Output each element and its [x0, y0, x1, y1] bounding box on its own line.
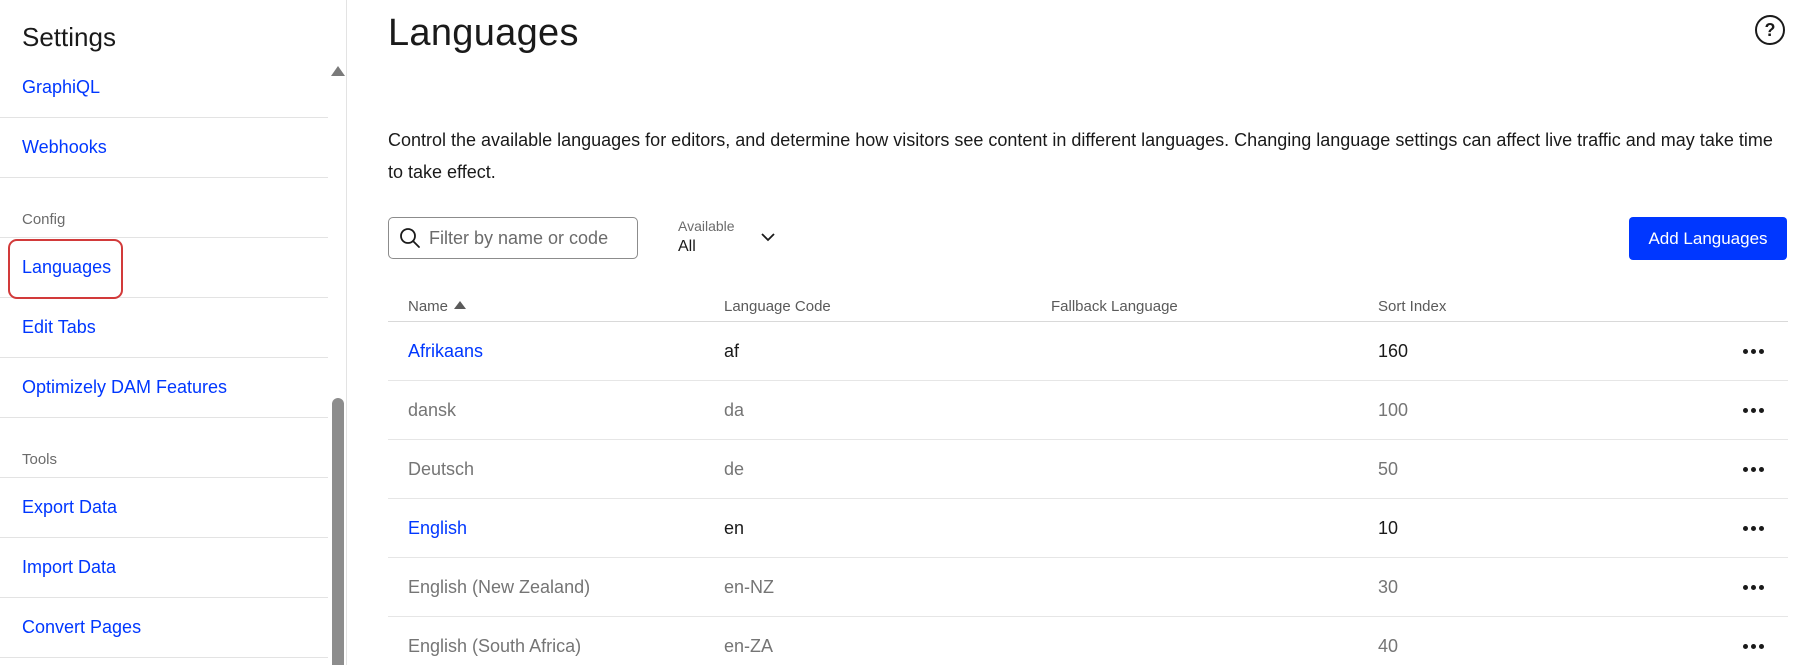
language-code: af [724, 341, 740, 361]
language-code: en [724, 518, 745, 538]
language-code: da [724, 400, 745, 420]
sort-index: 100 [1378, 400, 1409, 420]
language-code: de [724, 459, 745, 479]
table-row: English (South Africa) en-ZA 40 [388, 617, 1788, 665]
table-row: English en 10 [388, 499, 1788, 558]
sidebar-item-export-data[interactable]: Export Data [0, 478, 328, 538]
language-name-link[interactable]: English [408, 518, 467, 539]
available-dropdown[interactable]: Available All [678, 218, 775, 256]
sidebar-item-edit-tabs[interactable]: Edit Tabs [0, 298, 328, 358]
add-languages-button[interactable]: Add Languages [1629, 217, 1787, 260]
column-label: Name [408, 298, 449, 315]
search-icon [400, 228, 420, 248]
sort-index: 50 [1378, 459, 1399, 479]
page-description: Control the available languages for edit… [388, 130, 1773, 182]
language-code: en-NZ [724, 577, 775, 597]
sidebar-section-tools: Tools [0, 418, 328, 478]
column-header-name[interactable]: Name [408, 298, 467, 315]
sidebar-scrollbar[interactable] [329, 62, 346, 665]
more-horizontal-icon[interactable] [1743, 467, 1764, 472]
language-code: en-ZA [724, 636, 774, 656]
more-horizontal-icon[interactable] [1743, 408, 1764, 413]
table-row: English (New Zealand) en-NZ 30 [388, 558, 1788, 617]
sidebar-item-webhooks[interactable]: Webhooks [0, 118, 328, 178]
main-content: Languages ? Control the available langua… [348, 0, 1807, 665]
question-circle-icon[interactable]: ? [1755, 15, 1785, 45]
page-title: Languages [388, 12, 579, 54]
language-name: Deutsch [408, 459, 475, 479]
language-name: dansk [408, 400, 457, 420]
sort-index: 160 [1378, 341, 1409, 361]
more-horizontal-icon[interactable] [1743, 585, 1764, 590]
scrollbar-thumb[interactable] [332, 398, 344, 665]
more-horizontal-icon[interactable] [1743, 644, 1764, 649]
settings-sidebar: Settings GraphiQL Webhooks Config Langua… [0, 0, 347, 665]
sidebar-section-config: Config [0, 178, 328, 238]
selection-highlight [8, 239, 123, 299]
chevron-down-icon [761, 233, 775, 242]
sort-index: 30 [1378, 577, 1399, 597]
table-row: dansk da 100 [388, 381, 1788, 440]
sort-ascending-icon [454, 301, 467, 309]
table-header: Name Language Code Fallback Language Sor… [388, 290, 1788, 322]
more-horizontal-icon[interactable] [1743, 349, 1764, 354]
language-name: English (New Zealand) [408, 577, 591, 597]
languages-table: Name Language Code Fallback Language Sor… [388, 290, 1788, 665]
sort-index: 40 [1378, 636, 1399, 656]
language-name-link[interactable]: Afrikaans [408, 341, 483, 362]
column-header-fallback[interactable]: Fallback Language [1051, 298, 1178, 315]
column-header-sort-index[interactable]: Sort Index [1378, 298, 1446, 315]
table-row: Deutsch de 50 [388, 440, 1788, 499]
filter-field [388, 217, 638, 259]
filter-input[interactable] [429, 227, 629, 249]
sidebar-item-languages[interactable]: Languages [0, 238, 328, 299]
sidebar-item-convert-pages[interactable]: Convert Pages [0, 598, 328, 658]
sidebar-nav: GraphiQL Webhooks Config Languages Edit … [0, 58, 328, 658]
more-horizontal-icon[interactable] [1743, 526, 1764, 531]
sidebar-item-graphiql[interactable]: GraphiQL [0, 58, 328, 118]
column-header-code[interactable]: Language Code [724, 298, 831, 315]
sort-index: 10 [1378, 518, 1399, 538]
table-row: Afrikaans af 160 [388, 322, 1788, 381]
available-label: Available [678, 218, 735, 234]
sidebar-title: Settings [22, 22, 116, 52]
sidebar-item-dam-features[interactable]: Optimizely DAM Features [0, 358, 328, 418]
sidebar-item-import-data[interactable]: Import Data [0, 538, 328, 598]
language-name: English (South Africa) [408, 636, 582, 656]
available-value: All [678, 238, 696, 255]
scroll-up-arrow-icon[interactable] [331, 66, 345, 76]
